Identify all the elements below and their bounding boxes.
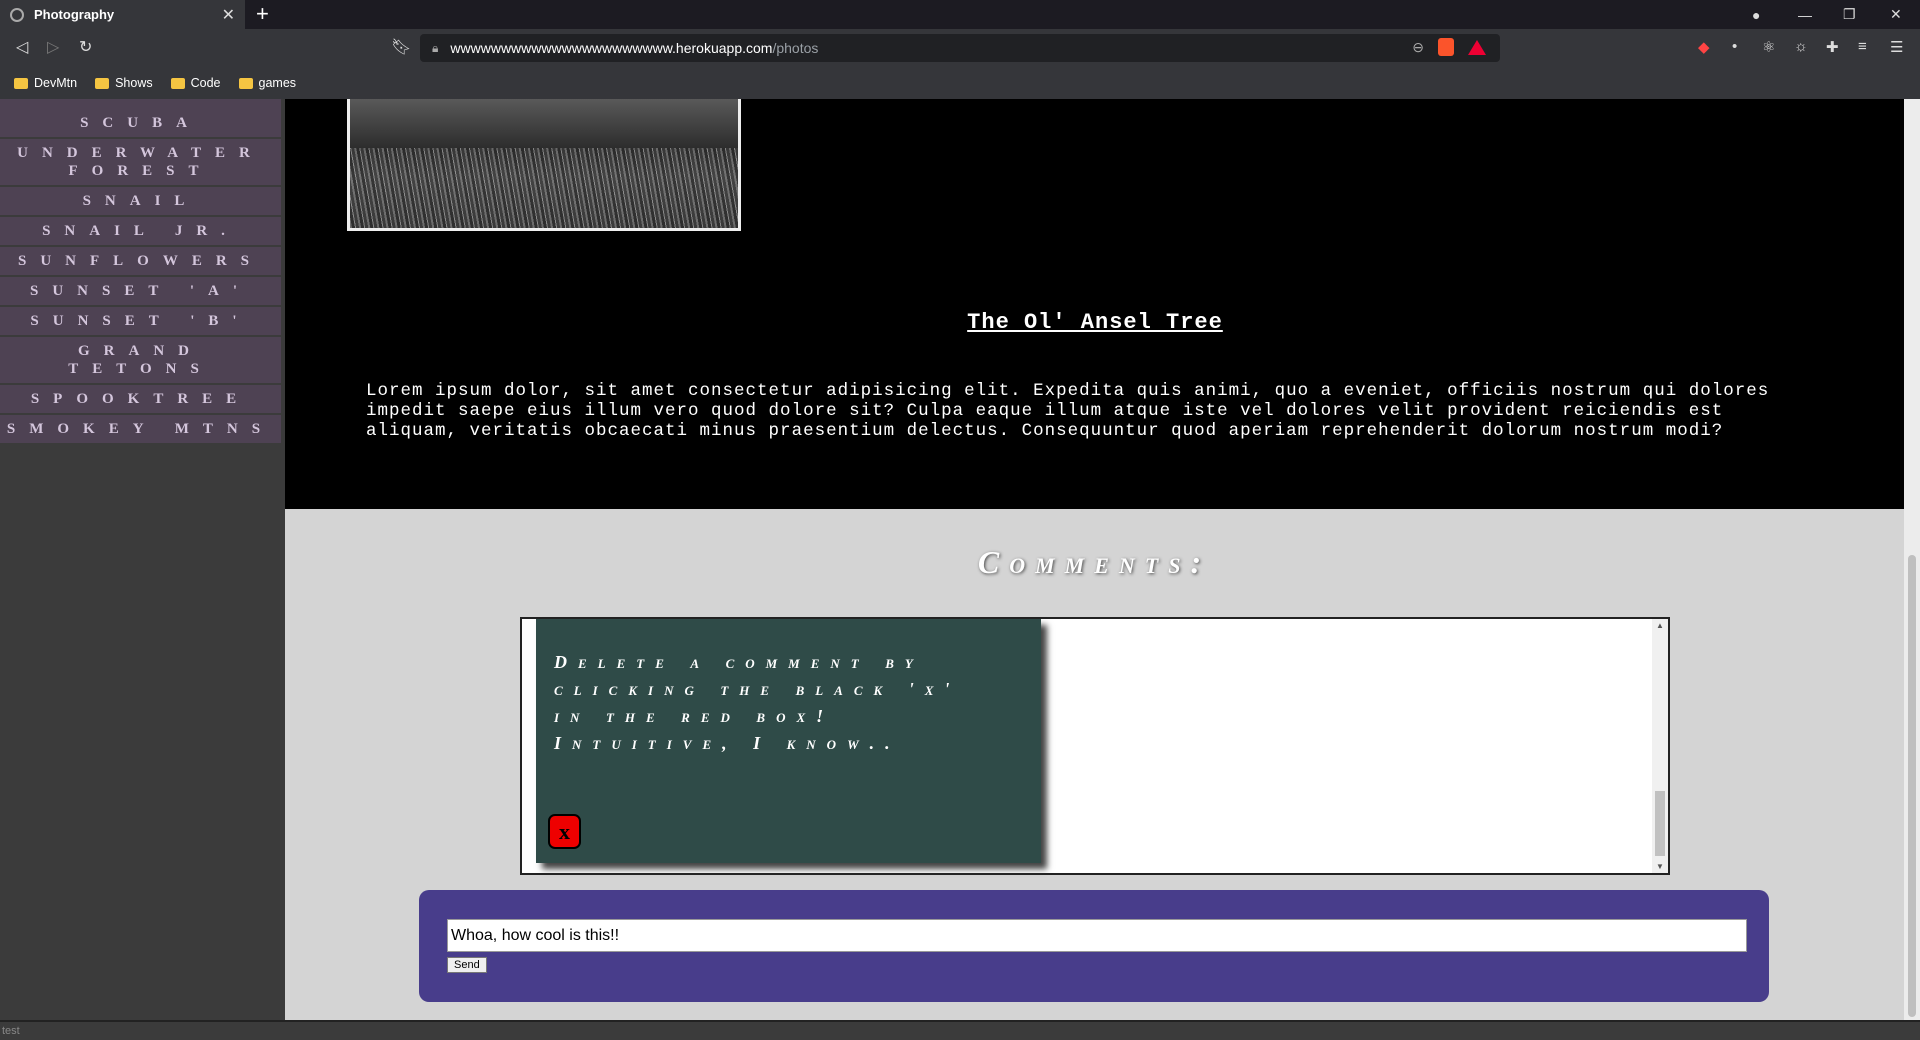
send-button[interactable]: Send [447, 957, 487, 973]
folder-icon [238, 77, 253, 89]
comments-heading: Comments: [977, 544, 1212, 580]
sidebar-item-sunset-b[interactable]: Sunset 'B' [0, 307, 281, 337]
browser-toolbar: ◁ ▷ ↻ 🔖︎ 🔒︎ wwwwwwwwwwwwwwwwwwwwww.herok… [0, 29, 1920, 67]
photo-sidebar: Scuba Underwater Forest Snail Snail Jr. … [0, 99, 285, 1020]
bookmark-folder[interactable]: Shows [95, 76, 153, 90]
browser-tab-bar: Photography ✕ + ● — ❐ ✕ [0, 0, 1920, 29]
scroll-down-icon[interactable]: ▼ [1652, 862, 1668, 871]
sidebar-item-sunflowers[interactable]: Sunflowers [0, 247, 281, 277]
comments-section: Comments: Delete a comment by clicking t… [285, 509, 1904, 1020]
reload-icon[interactable]: ↻ [79, 37, 92, 57]
sidebar-item-scuba[interactable]: Scuba [0, 109, 281, 139]
page-viewport: Scuba Underwater Forest Snail Snail Jr. … [0, 99, 1920, 1020]
playlist-icon[interactable]: ≡ [1858, 38, 1867, 55]
bookmark-icon[interactable]: 🔖︎ [391, 37, 411, 57]
photo-description: Lorem ipsum dolor, sit amet consectetur … [366, 381, 1770, 441]
forward-icon[interactable]: ▷ [47, 37, 59, 57]
browser-tab[interactable]: Photography ✕ [0, 0, 245, 29]
folder-icon [14, 77, 28, 89]
sidebar-item-snail[interactable]: Snail [0, 187, 281, 217]
page-scroll-thumb[interactable] [1908, 555, 1916, 1017]
puzzle-icon[interactable]: ✚ [1826, 38, 1839, 56]
brave-rewards-icon[interactable] [1468, 39, 1486, 55]
photo-image [347, 99, 741, 231]
status-bar: test [0, 1020, 1920, 1040]
profile-icon[interactable]: ● [1752, 0, 1760, 29]
comment-card: Delete a comment by clicking the black '… [536, 619, 1041, 863]
extension-icon[interactable]: • [1732, 38, 1737, 55]
react-devtools-icon[interactable]: ⚛ [1762, 38, 1775, 56]
sidebar-item-sunset-a[interactable]: Sunset 'A' [0, 277, 281, 307]
bookmark-folder[interactable]: DevMtn [14, 76, 77, 90]
sidebar-item-spooktree[interactable]: Spooktree [0, 385, 281, 415]
bookmark-folder[interactable]: Code [170, 76, 221, 90]
globe-icon [10, 7, 24, 22]
color-extension-icon[interactable]: ◆ [1698, 38, 1710, 56]
brave-shield-icon[interactable] [1438, 38, 1454, 56]
scroll-thumb[interactable] [1655, 791, 1665, 856]
close-tab-icon[interactable]: ✕ [222, 5, 235, 25]
scroll-up-icon[interactable]: ▲ [1652, 621, 1668, 630]
folder-icon [170, 77, 185, 89]
comment-text: Delete a comment by clicking the black '… [554, 652, 961, 753]
lock-icon: 🔒︎ [432, 40, 439, 55]
bookmarks-bar: DevMtn Shows Code games [0, 67, 1920, 99]
page-scrollbar[interactable] [1904, 99, 1920, 1020]
sidebar-item-smokey-mtns[interactable]: Smokey Mtns [0, 415, 281, 445]
close-window-icon[interactable]: ✕ [1890, 0, 1902, 29]
delete-comment-button[interactable]: x [548, 814, 581, 849]
sidebar-item-snail-jr[interactable]: Snail Jr. [0, 217, 281, 247]
comment-form: Send [419, 890, 1769, 1002]
address-bar[interactable]: 🔒︎ wwwwwwwwwwwwwwwwwwwwww.herokuapp.com /… [420, 34, 1500, 62]
comment-list-scrollbar[interactable]: ▲ ▼ [1652, 619, 1668, 873]
restore-icon[interactable]: ❐ [1843, 0, 1856, 29]
bulb-icon[interactable]: ☼ [1794, 38, 1808, 55]
url-path: /photos [772, 40, 819, 56]
zoom-icon[interactable]: ⊖ [1412, 39, 1424, 56]
new-tab-button[interactable]: + [256, 2, 269, 26]
folder-icon [95, 77, 110, 89]
back-icon[interactable]: ◁ [16, 37, 28, 57]
bookmark-folder[interactable]: games [238, 76, 296, 90]
tab-title: Photography [34, 7, 115, 22]
comment-list[interactable]: Delete a comment by clicking the black '… [520, 617, 1670, 875]
url-host: wwwwwwwwwwwwwwwwwwwwww.herokuapp.com [450, 40, 773, 56]
sidebar-item-grand-tetons[interactable]: Grand Tetons [0, 337, 281, 385]
comment-input[interactable] [447, 919, 1747, 952]
minimize-icon[interactable]: — [1798, 0, 1812, 29]
photo-title: The Ol' Ansel Tree [967, 310, 1223, 335]
sidebar-item-underwater-forest[interactable]: Underwater Forest [0, 139, 281, 187]
menu-icon[interactable]: ☰ [1890, 38, 1903, 56]
